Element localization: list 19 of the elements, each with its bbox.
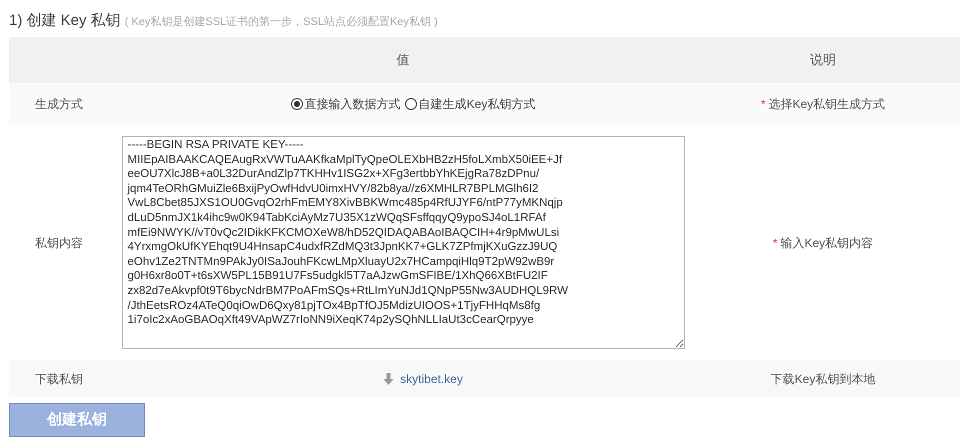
- download-icon: [383, 372, 394, 384]
- radio-button[interactable]: [404, 98, 417, 110]
- radio-option[interactable]: 直接输入数据方式: [290, 95, 401, 113]
- column-header: 值: [396, 51, 410, 70]
- field-label: 私钥内容: [35, 236, 83, 250]
- key-input-field[interactable]: -----BEGIN RSA PRIVATE KEY----- MIIEpAIBAAKCAQEAugRxVWTuAAKfkaMplTyQpeOLEXbHB2zH5foLXmbX50iEE+Jf eeOU7XlcJ8B+a0L32DurAndZlp7TKHHv1ISG2x+XFg3ertbbYhKEjgRa78zDPnu/ jqm4TeORhGMuiZle6BxijPyOwfHdvU0imxHVY/82b8ya//z6XMHLR7BPLMGlh6I2 VwL8Cbet85JXS1OU0GvqO2rhFmEMY8XivBBKWmc485p4RfUJYF6/ntP77yMKNqjp dLuD5nmJX1k4ihc9w0K94TabKciAyMz7U35X1zWQqSFsffqqyQ9ypoSJ4oL1RFAf mfEi9NWYK//vT0vQc2IDikKFKCMOXeW8/hD52QIDAQABAoIBAQCIH+4r9pMwULsi 4YrxmgOkUfKYEhqt9U4HnsapC4udxfRZdMQ3t3JpnKK7+GLK7ZPfmjKXuGzzJ9UQ eOhv1Ze2TNTMn9PAkJy0ISaJouhFKcwLMpXluayU2x7HCampqiHlq9T2pW92wB9r g0H6xr8o0T+t6sXW5PL15B91U7Fs5udgkl5T7aAJzwGmSFIBE/1XhQ66XBtFU2IF zx82d7eAkvpf0t9T6bycNdrBM7PoAFmSQs+RtLImYuNJd1QNpP55Nw3AUDHQL9RW /JthEetsROz4ATeQ0qiOwD6Qxy81pjTOx4BpTfOJ5MdizUIOOS+1TjyFHHqMs8fg 1i7oIc2xAoGBAOqXft49VApWZ7rIoNN9iXeqK74p2ySQhNLLIaUt3cCearQrpyye: [122, 136, 684, 349]
- section-note: ( Key私钥是创建SSL证书的第一步，SSL站点必须配置Key私钥 ): [124, 14, 438, 30]
- field-description: 选择Key私钥生成方式: [768, 96, 886, 113]
- download-link[interactable]: skytibet.key: [383, 370, 463, 388]
- radio-button[interactable]: [290, 98, 303, 110]
- section-title: 1) 创建 Key 私钥: [9, 11, 121, 31]
- column-header: 说明: [809, 51, 837, 70]
- field-label: 下载私钥: [35, 372, 83, 386]
- field-description: 输入Key私钥内容: [780, 234, 874, 252]
- required-mark: *: [772, 234, 778, 252]
- field-description: 下载Key私钥到本地: [770, 370, 876, 388]
- radio-option[interactable]: 自建生成Key私钥方式: [404, 95, 536, 113]
- required-mark: *: [760, 96, 766, 113]
- field-label: 生成方式: [35, 97, 83, 111]
